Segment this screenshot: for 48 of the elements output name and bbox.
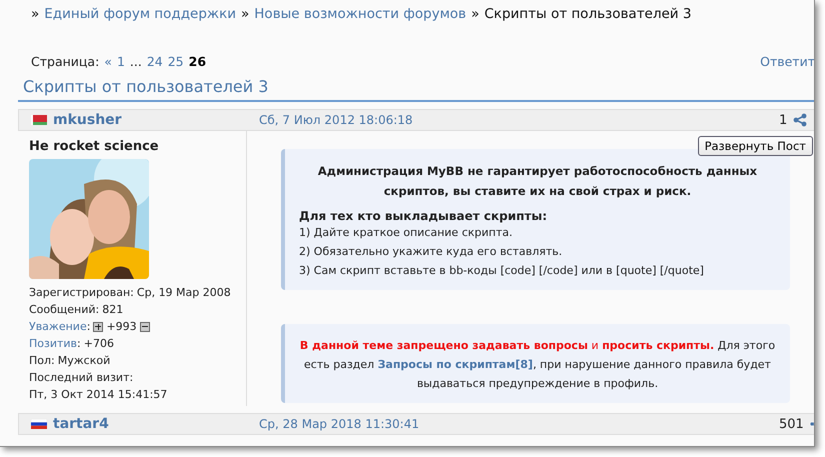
flag-icon (31, 115, 47, 125)
reputation-value: +993 (106, 319, 137, 335)
breadcrumb-current: Скрипты от пользователей 3 (484, 6, 692, 24)
positive-value: +706 (84, 336, 114, 352)
author-link[interactable]: tartar4 (53, 416, 109, 432)
notice-subheading: Для тех кто выкладывает скрипты: (299, 209, 548, 223)
user-title: Не rocket science (29, 139, 160, 154)
profile-field-label: Последний визит: (29, 370, 134, 386)
breadcrumb-link[interactable]: Новые возможности форумов (254, 6, 466, 36)
page-link[interactable]: 25 (168, 54, 184, 72)
breadcrumb-separator: » (471, 6, 480, 24)
breadcrumb-separator: » (241, 6, 250, 24)
topic-title: Скрипты от пользователей 3 (22, 76, 270, 98)
warning-paragraph: В данной теме запрещено задавать вопросы и просить скрипты. Для этого есть раздел Запросы по скриптам[8], при нарушение данного правила будет выдаваться предупреждение в профиль. (299, 338, 776, 392)
minus-icon[interactable] (140, 322, 150, 332)
author-link[interactable]: mkusher (53, 112, 122, 128)
profile-field-label: Пол: (29, 353, 55, 369)
reputation-link[interactable]: Уважение (29, 318, 87, 335)
colon: : (77, 336, 81, 352)
notice-heading: Администрация MyBB не гарантирует работоспособность данных скриптов, вы ставите их на свой страх и риск. (316, 163, 758, 200)
last-visit-date: Пт, 3 Окт 2014 15:41:57 (29, 387, 168, 403)
share-icon[interactable] (793, 113, 808, 127)
positive-link[interactable]: Позитив (29, 335, 78, 352)
rule-item: 1) Дайте краткое описание скрипта. (299, 225, 514, 241)
rule-item: 3) Сам скрипт вставьте в bb-коды [code] [/code] или в [quote] [/quote] (299, 263, 705, 279)
page-link[interactable]: 24 (146, 54, 163, 72)
breadcrumb-link[interactable]: Единый форум поддержки (44, 6, 236, 36)
page-link[interactable]: 26 (188, 54, 206, 72)
post-date-link[interactable]: Ср, 28 Мар 2018 11:30:41 (259, 417, 779, 431)
colon: : (86, 319, 90, 335)
breadcrumb-separator: » (31, 6, 40, 24)
post-number: 501 (779, 416, 804, 432)
profile-field-label: Сообщений: (29, 302, 100, 318)
forum-section-link[interactable]: Запросы по скриптам[8] (378, 358, 533, 371)
plus-icon[interactable] (93, 322, 104, 332)
profile-field-value: Ср, 19 Мар 2008 (136, 285, 231, 301)
expand-post-button[interactable]: Развернуть Пост (698, 136, 813, 156)
flag-icon (31, 419, 47, 429)
profile-field-value: Мужской (58, 353, 110, 369)
page-link[interactable]: 1 (116, 54, 125, 72)
post-date-link[interactable]: Сб, 7 Июл 2012 18:06:18 (259, 113, 779, 127)
previous-page-link[interactable]: « (104, 54, 112, 72)
pagination-gap: ... (130, 54, 142, 71)
pagination-label: Страница: (31, 54, 100, 71)
profile-field-value: 821 (102, 302, 124, 318)
rule-item: 2) Обязательно укажите куда его вставлять. (299, 244, 564, 260)
post-number: 1 (779, 112, 788, 128)
profile-field-label: Зарегистрирован: (29, 285, 134, 301)
